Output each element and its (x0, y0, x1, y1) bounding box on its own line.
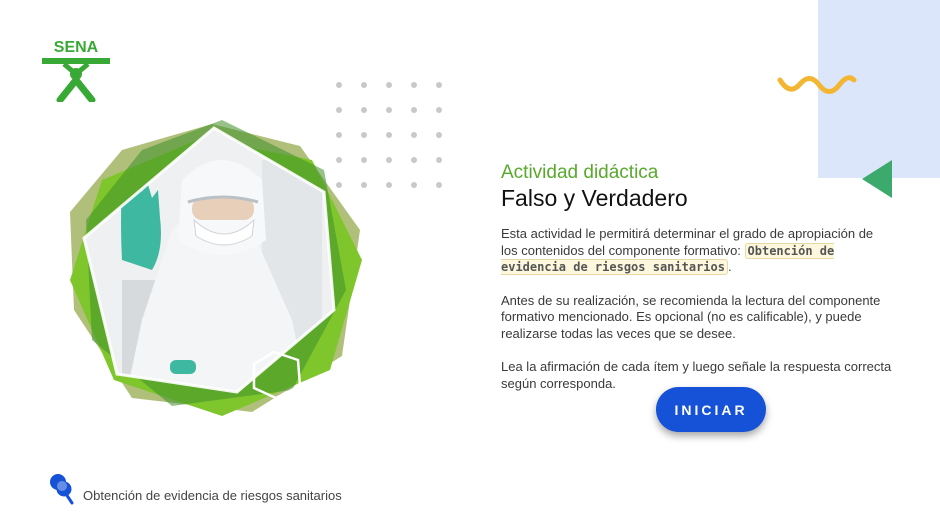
decorative-dot (386, 157, 392, 163)
decorative-dot (361, 82, 367, 88)
decorative-dot (411, 132, 417, 138)
decorative-dot (436, 132, 442, 138)
sena-logo: SENA (42, 39, 110, 102)
decorative-dot (386, 107, 392, 113)
pushpin-icon (50, 474, 74, 505)
svg-text:SENA: SENA (54, 39, 99, 56)
decorative-dot (436, 182, 442, 188)
decorative-dot (411, 107, 417, 113)
decorative-dot (386, 182, 392, 188)
wave-decoration (777, 75, 857, 94)
decorative-dot (436, 107, 442, 113)
decorative-dot (361, 107, 367, 113)
decorative-dot (386, 82, 392, 88)
decorative-dot (411, 82, 417, 88)
decorative-dot (411, 157, 417, 163)
footer-label: Obtención de evidencia de riesgos sanita… (83, 488, 342, 503)
activity-title: Falso y Verdadero (501, 185, 688, 211)
intro-paragraph: Esta actividad le permitirá determinar e… (501, 226, 893, 276)
footer: Obtención de evidencia de riesgos sanita… (48, 468, 342, 506)
decorative-dot (436, 157, 442, 163)
activity-eyebrow: Actividad didáctica (501, 162, 659, 183)
decorative-dot (386, 132, 392, 138)
decorative-dot (411, 182, 417, 188)
activity-content: Actividad didáctica Falso y Verdadero Es… (501, 162, 893, 409)
hero-illustration (70, 120, 362, 416)
decorative-dot (336, 107, 342, 113)
start-button[interactable]: INICIAR (656, 387, 766, 432)
decorative-dot (436, 82, 442, 88)
intro-text-end: . (727, 259, 732, 274)
decorative-dot (336, 82, 342, 88)
recommendation-paragraph: Antes de su realización, se recomienda l… (501, 292, 881, 341)
